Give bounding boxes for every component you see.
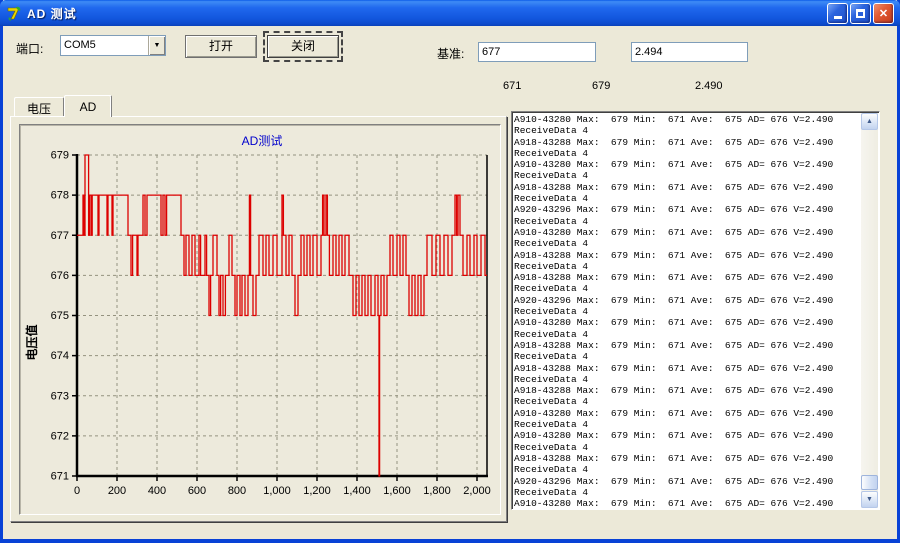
window-title: AD 测试 — [27, 5, 825, 22]
scroll-up-icon[interactable]: ▲ — [861, 113, 878, 130]
log-line: ReceiveData 4 — [514, 193, 860, 204]
log-line: ReceiveData 4 — [514, 125, 860, 136]
port-label: 端口: — [16, 40, 43, 57]
app-icon — [6, 5, 23, 22]
scroll-down-icon[interactable]: ▼ — [861, 491, 878, 508]
close-window-button[interactable]: ✕ — [873, 3, 894, 24]
log-line: ReceiveData 4 — [514, 170, 860, 181]
svg-text:AD测试: AD测试 — [242, 133, 283, 148]
port-combobox-value: COM5 — [61, 36, 148, 55]
svg-text:600: 600 — [188, 485, 206, 497]
readout-max-value: 679 — [592, 80, 610, 92]
log-line: A910-43280 Max: 679 Min: 671 Ave: 675 AD… — [514, 227, 860, 238]
svg-text:677: 677 — [51, 230, 69, 242]
log-line: A918-43288 Max: 679 Min: 671 Ave: 675 AD… — [514, 385, 860, 396]
svg-text:1,000: 1,000 — [263, 485, 291, 497]
log-line: A918-43288 Max: 679 Min: 671 Ave: 675 AD… — [514, 453, 860, 464]
log-line: ReceiveData 4 — [514, 148, 860, 159]
svg-text:676: 676 — [51, 270, 69, 282]
client-area: 端口: COM5 ▼ 打开 关闭 基准: 671 679 2.490 电压 AD… — [3, 26, 897, 539]
log-line: A910-43280 Max: 679 Min: 671 Ave: 675 AD… — [514, 408, 860, 419]
svg-text:2,000: 2,000 — [463, 485, 491, 497]
baseline-label: 基准: — [437, 45, 464, 62]
log-line: ReceiveData 4 — [514, 261, 860, 272]
svg-text:679: 679 — [51, 150, 69, 162]
svg-text:400: 400 — [148, 485, 166, 497]
log-line: A920-43296 Max: 679 Min: 671 Ave: 675 AD… — [514, 204, 860, 215]
log-line: A918-43288 Max: 679 Min: 671 Ave: 675 AD… — [514, 137, 860, 148]
log-line: A910-43280 Max: 679 Min: 671 Ave: 675 AD… — [514, 159, 860, 170]
log-line: ReceiveData 4 — [514, 442, 860, 453]
app-window: AD 测试 ✕ 端口: COM5 ▼ 打开 关闭 基准: 671 679 2.4… — [0, 0, 900, 543]
svg-text:0: 0 — [74, 485, 80, 497]
close-icon: ✕ — [879, 7, 888, 20]
tab-page-panel: 671 672 673 674 675 676 677 678 679 0 200 400 600 800… — [10, 116, 507, 522]
log-line: ReceiveData 4 — [514, 419, 860, 430]
tab-voltage[interactable]: 电压 — [14, 97, 64, 116]
scrollbar-thumb[interactable] — [861, 475, 878, 490]
maximize-icon — [856, 9, 865, 18]
svg-text:672: 672 — [51, 430, 69, 442]
minimize-button[interactable] — [827, 3, 848, 24]
svg-text:678: 678 — [51, 190, 69, 202]
log-line: ReceiveData 4 — [514, 351, 860, 362]
svg-text:673: 673 — [51, 390, 69, 402]
log-line: A920-43296 Max: 679 Min: 671 Ave: 675 AD… — [514, 476, 860, 487]
log-line: ReceiveData 4 — [514, 238, 860, 249]
log-line: ReceiveData 4 — [514, 283, 860, 294]
log-line: A918-43288 Max: 679 Min: 671 Ave: 675 AD… — [514, 340, 860, 351]
svg-text:1,600: 1,600 — [383, 485, 411, 497]
minimize-icon — [834, 16, 842, 19]
open-port-button[interactable]: 打开 — [185, 35, 257, 58]
readout-voltage-value: 2.490 — [695, 80, 723, 92]
baseline-ad-field[interactable] — [478, 42, 596, 62]
log-line: A918-43288 Max: 679 Min: 671 Ave: 675 AD… — [514, 272, 860, 283]
chevron-down-icon[interactable]: ▼ — [148, 36, 165, 55]
log-line: A918-43288 Max: 679 Min: 671 Ave: 675 AD… — [514, 182, 860, 193]
tab-ad[interactable]: AD — [64, 95, 112, 117]
log-line: A910-43280 Max: 679 Min: 671 Ave: 675 AD… — [514, 498, 860, 507]
readout-min-value: 671 — [503, 80, 521, 92]
chart-panel: 671 672 673 674 675 676 677 678 679 0 200 400 600 800… — [19, 124, 501, 515]
log-line: ReceiveData 4 — [514, 464, 860, 475]
close-port-button[interactable]: 关闭 — [267, 35, 339, 58]
log-line: A920-43296 Max: 679 Min: 671 Ave: 675 AD… — [514, 295, 860, 306]
svg-text:675: 675 — [51, 310, 69, 322]
svg-text:800: 800 — [228, 485, 246, 497]
maximize-button[interactable] — [850, 3, 871, 24]
baseline-voltage-field[interactable] — [631, 42, 748, 62]
title-bar: AD 测试 ✕ — [0, 0, 900, 26]
log-textbox[interactable]: A910-43280 Max: 679 Min: 671 Ave: 675 AD… — [511, 111, 880, 510]
log-line: A918-43288 Max: 679 Min: 671 Ave: 675 AD… — [514, 363, 860, 374]
log-line: ReceiveData 4 — [514, 487, 860, 498]
svg-text:671: 671 — [51, 471, 69, 483]
log-line: ReceiveData 4 — [514, 329, 860, 340]
log-line: A910-43280 Max: 679 Min: 671 Ave: 675 AD… — [514, 317, 860, 328]
ad-test-chart: 671 672 673 674 675 676 677 678 679 0 200 400 600 800… — [20, 125, 500, 514]
port-combobox[interactable]: COM5 ▼ — [60, 35, 166, 56]
log-line: A910-43280 Max: 679 Min: 671 Ave: 675 AD… — [514, 430, 860, 441]
svg-text:电压值: 电压值 — [24, 324, 39, 360]
log-line: ReceiveData 4 — [514, 374, 860, 385]
svg-text:674: 674 — [51, 350, 69, 362]
log-line: A918-43288 Max: 679 Min: 671 Ave: 675 AD… — [514, 250, 860, 261]
log-line: ReceiveData 4 — [514, 216, 860, 227]
svg-text:200: 200 — [108, 485, 126, 497]
svg-text:1,200: 1,200 — [303, 485, 331, 497]
log-line: ReceiveData 4 — [514, 396, 860, 407]
svg-text:1,800: 1,800 — [423, 485, 451, 497]
log-line: A910-43280 Max: 679 Min: 671 Ave: 675 AD… — [514, 114, 860, 125]
log-line: ReceiveData 4 — [514, 306, 860, 317]
log-lines: A910-43280 Max: 679 Min: 671 Ave: 675 AD… — [514, 114, 860, 507]
log-scrollbar[interactable]: ▲ ▼ — [861, 113, 878, 508]
svg-text:1,400: 1,400 — [343, 485, 371, 497]
